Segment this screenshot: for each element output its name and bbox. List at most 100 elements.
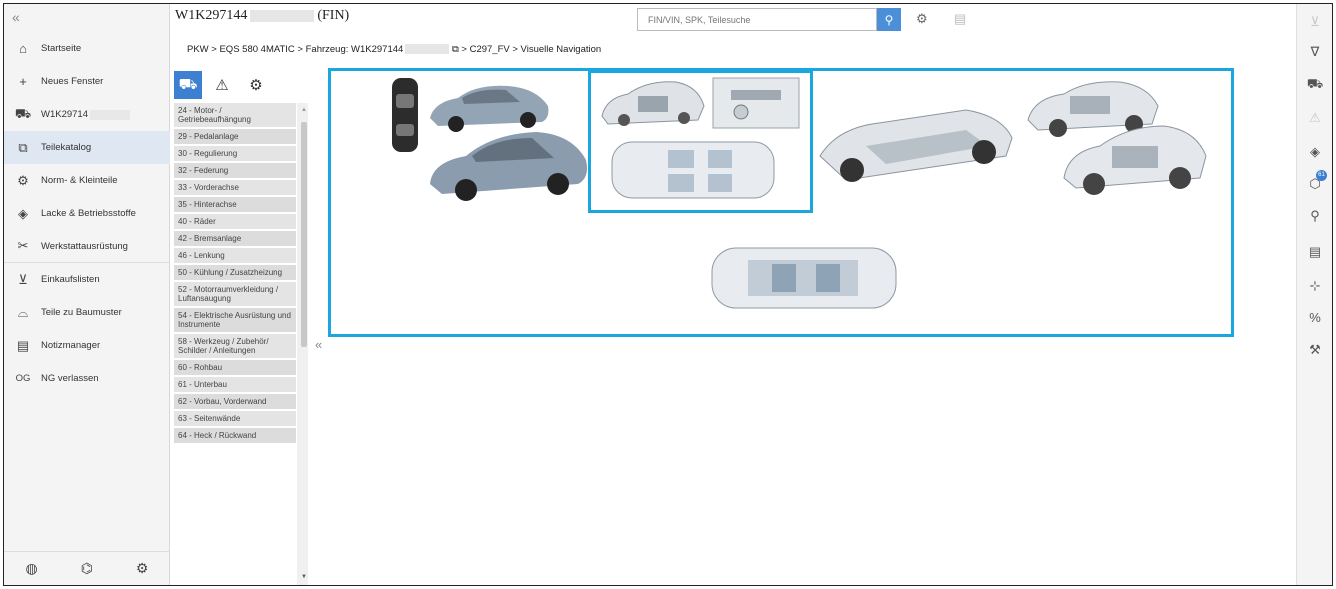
- collapse-list-icon[interactable]: «: [315, 337, 322, 352]
- exit-icon-label: OG: [15, 373, 31, 384]
- package-count-badge: 61: [1316, 170, 1327, 181]
- warning-tab-icon[interactable]: ⚠: [208, 71, 236, 99]
- group-item[interactable]: 60 - Rohbau: [174, 360, 296, 375]
- cutaway-side-view-lower[interactable]: [1060, 118, 1210, 200]
- group-item[interactable]: 62 - Vorbau, Vorderwand: [174, 394, 296, 409]
- group-item[interactable]: 63 - Seitenwände: [174, 411, 296, 426]
- vehicle-title: W1K297144 (FIN): [175, 8, 349, 24]
- car-side-view-front[interactable]: [426, 122, 592, 206]
- car-top-view[interactable]: [387, 76, 423, 154]
- sidebar-item-startseite[interactable]: ⌂ Startseite: [4, 32, 170, 65]
- home-icon: ⌂: [19, 41, 27, 56]
- vehicle-info-icon[interactable]: ⛟: [1297, 76, 1332, 94]
- sidebar-item-label: Neues Fenster: [41, 76, 104, 87]
- sidebar-item-lacke[interactable]: ◈ Lacke & Betriebsstoffe: [4, 197, 170, 230]
- document-settings-icon[interactable]: ▤: [1297, 244, 1332, 260]
- warning-icon[interactable]: ⚠: [1297, 110, 1332, 126]
- sidebar-item-label: Lacke & Betriebsstoffe: [41, 208, 136, 219]
- group-item[interactable]: 24 - Motor- / Getriebeaufhängung: [174, 103, 296, 127]
- catalog-icon: ⧉: [18, 139, 28, 155]
- sidebar-item-notizmanager[interactable]: ▤ Notizmanager: [4, 329, 170, 362]
- breadcrumb-vehicle[interactable]: PKW > EQS 580 4MATIC > Fahrzeug: W1K2971…: [187, 44, 403, 55]
- paint-icon[interactable]: ◈: [1297, 144, 1332, 160]
- engine-tab-icon[interactable]: ⚙: [242, 71, 270, 99]
- scroll-up-arrow-icon[interactable]: ▲: [301, 107, 307, 113]
- group-item[interactable]: 50 - Kühlung / Zusatzheizung: [174, 265, 296, 280]
- search-icon[interactable]: ⚲: [1297, 208, 1332, 224]
- gear-icon[interactable]: ⚙: [136, 560, 149, 577]
- sidebar-item-label: Norm- & Kleinteile: [41, 175, 118, 186]
- search-input[interactable]: [638, 9, 876, 30]
- sidebar-item-label: NG verlassen: [41, 373, 99, 384]
- interior-top-view[interactable]: [608, 136, 778, 204]
- copy-icon[interactable]: ⧉: [452, 44, 459, 55]
- package-icon[interactable]: ⬡: [1297, 176, 1332, 192]
- cart-icon: ⊻: [18, 271, 28, 287]
- right-toolbar: ⊻ ∇ ⛟ ⚠ ◈ ⬡ 61 ⚲ ▤ ⊹ % ⚒: [1296, 4, 1332, 585]
- group-item[interactable]: 35 - Hinterachse: [174, 197, 296, 212]
- notes-icon: ▤: [16, 337, 30, 353]
- breadcrumb-model[interactable]: > C297_FV: [461, 44, 509, 55]
- group-item[interactable]: 52 - Motorraumverkleidung / Luftansaugun…: [174, 282, 296, 306]
- vin-prefix: W1K297144: [175, 8, 248, 23]
- group-item[interactable]: 61 - Unterbau: [174, 377, 296, 392]
- sidebar-item-label: Notizmanager: [41, 340, 101, 351]
- group-item[interactable]: 32 - Federung: [174, 163, 296, 178]
- graduation-cap-icon[interactable]: ⌬: [81, 560, 93, 577]
- sidebar-item-vehicle[interactable]: ⛟ W1K29714: [4, 98, 170, 131]
- vin-scan-icon[interactable]: ⚙: [916, 11, 928, 27]
- tool-icon[interactable]: ⚒: [1297, 342, 1332, 358]
- group-item[interactable]: 40 - Räder: [174, 214, 296, 229]
- parts-icon: ⌓: [17, 304, 29, 320]
- sidebar-item-label: Werkstattausrüstung: [41, 240, 128, 252]
- redacted-block: [250, 9, 315, 22]
- plus-icon: +: [19, 74, 27, 89]
- sidebar-item-einkaufslisten[interactable]: ⊻ Einkaufslisten: [4, 263, 170, 296]
- sidebar-item-teilekatalog[interactable]: ⧉ Teilekatalog: [4, 131, 170, 164]
- structure-icon[interactable]: ⊹: [1297, 278, 1332, 294]
- redacted-block: [405, 44, 450, 55]
- sidebar-item-label: Einkaufslisten: [41, 274, 100, 285]
- sidebar-footer: ◍ ⌬ ⚙: [4, 551, 170, 585]
- car-underbody-top-view[interactable]: [708, 242, 900, 314]
- sidebar-item-werkstatt[interactable]: ✂ Werkstattausrüstung: [4, 230, 170, 263]
- group-item[interactable]: 54 - Elektrische Ausrüstung und Instrume…: [174, 308, 296, 332]
- vin-suffix: (FIN): [317, 8, 350, 23]
- sidebar-nav: ⌂ Startseite + Neues Fenster ⛟ W1K29714 …: [4, 32, 170, 395]
- document-icon[interactable]: ▤: [954, 11, 966, 27]
- interior-cutaway-side-view[interactable]: [598, 76, 706, 132]
- search-button[interactable]: ⚲: [877, 8, 901, 31]
- group-item[interactable]: 42 - Bremsanlage: [174, 231, 296, 246]
- sidebar-item-ng-verlassen[interactable]: OG NG verlassen: [4, 362, 170, 395]
- group-list-scroll-thumb[interactable]: [301, 122, 307, 347]
- group-item[interactable]: 30 - Regulierung: [174, 146, 296, 161]
- group-list: 24 - Motor- / Getriebeaufhängung 29 - Pe…: [174, 103, 296, 585]
- filter-icon[interactable]: ∇: [1297, 44, 1332, 60]
- cart-icon[interactable]: ⊻: [1297, 14, 1332, 30]
- group-item[interactable]: 33 - Vorderachse: [174, 180, 296, 195]
- discount-icon[interactable]: %: [1297, 310, 1332, 325]
- sidebar-item-teile-zu-baumuster[interactable]: ⌓ Teile zu Baumuster: [4, 296, 170, 329]
- group-item[interactable]: 29 - Pedalanlage: [174, 129, 296, 144]
- group-item[interactable]: 58 - Werkzeug / Zubehör/ Schilder / Anle…: [174, 334, 296, 358]
- group-item[interactable]: 64 - Heck / Rückwand: [174, 428, 296, 443]
- sidebar-item-new-window[interactable]: + Neues Fenster: [4, 65, 170, 98]
- interior-cockpit-view[interactable]: [711, 74, 801, 132]
- screws-icon: ⚙: [17, 172, 29, 188]
- navigation-tabs: ⛟ ⚠ ⚙: [174, 71, 270, 99]
- sidebar-item-norm-kleinteile[interactable]: ⚙ Norm- & Kleinteile: [4, 164, 170, 197]
- left-sidebar: « ⌂ Startseite + Neues Fenster ⛟ W1K2971…: [4, 4, 170, 585]
- collapse-sidebar-icon[interactable]: «: [12, 9, 20, 25]
- scroll-down-arrow-icon[interactable]: ▼: [301, 574, 307, 580]
- chassis-battery-view[interactable]: [816, 100, 1016, 188]
- group-item[interactable]: 46 - Lenkung: [174, 248, 296, 263]
- app-window: « ⌂ Startseite + Neues Fenster ⛟ W1K2971…: [3, 3, 1333, 586]
- search-icon: ⚲: [884, 12, 894, 27]
- search-field[interactable]: [637, 8, 877, 31]
- redacted-block: [90, 109, 131, 120]
- sidebar-item-label: Startseite: [41, 43, 82, 54]
- globe-icon[interactable]: ◍: [25, 560, 37, 577]
- breadcrumb: PKW > EQS 580 4MATIC > Fahrzeug: W1K2971…: [187, 44, 601, 55]
- sidebar-item-label: Teile zu Baumuster: [41, 307, 122, 318]
- vehicle-tab-icon[interactable]: ⛟: [174, 71, 202, 99]
